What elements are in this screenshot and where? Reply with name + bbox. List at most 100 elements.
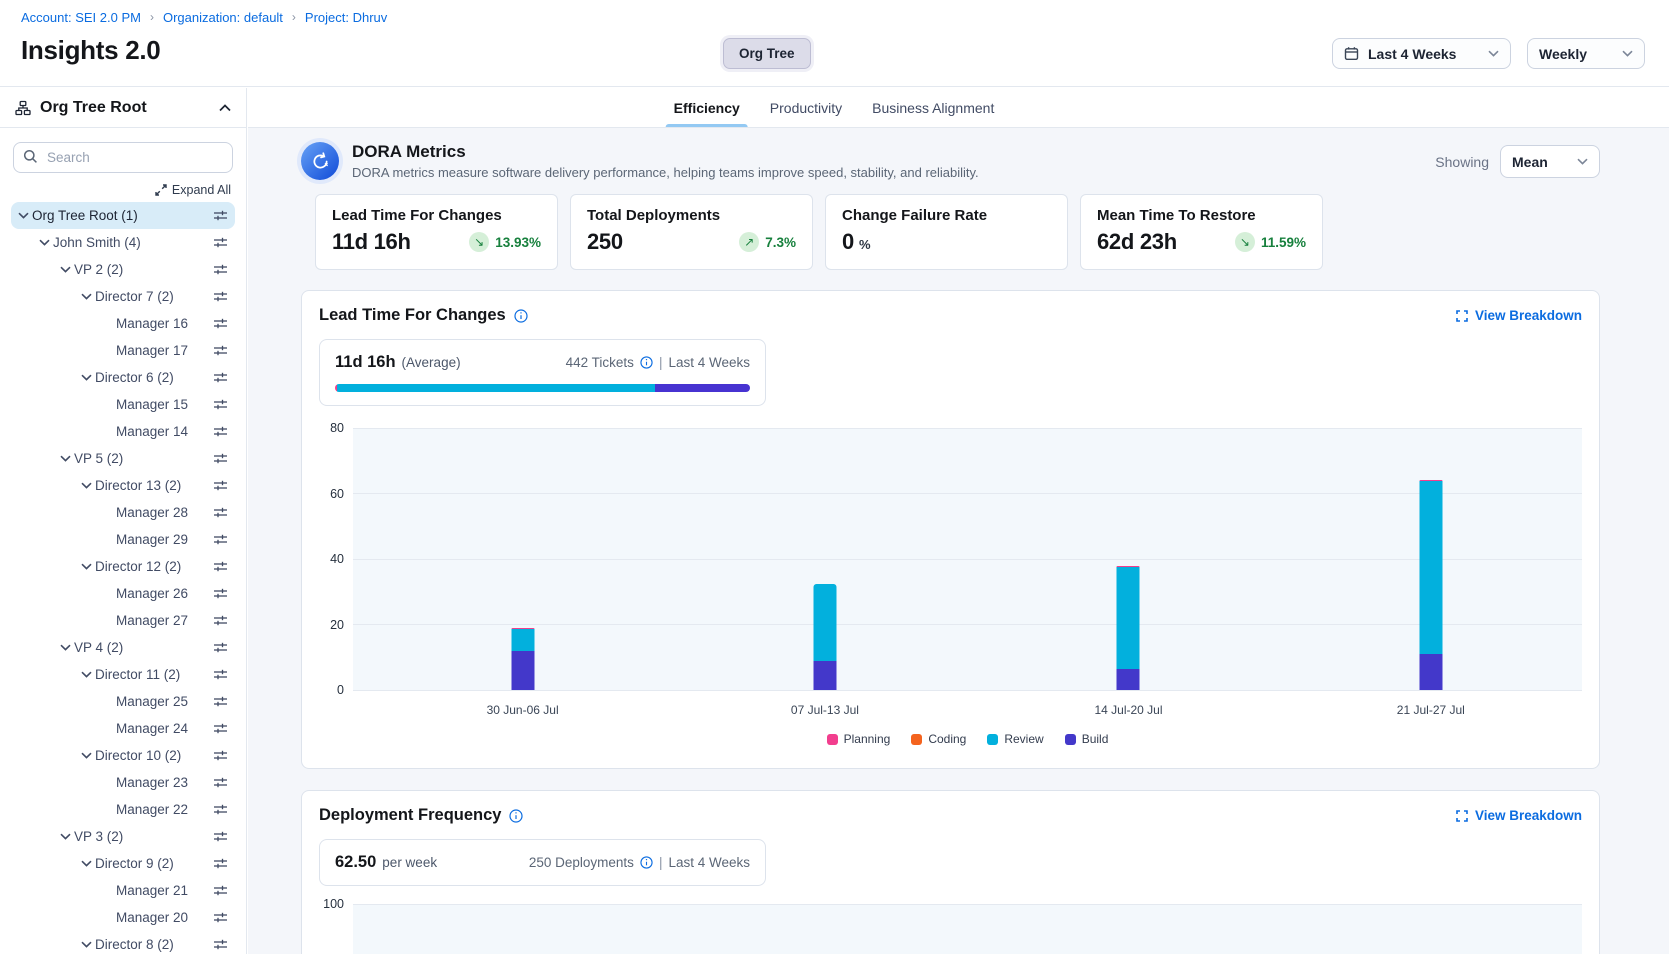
sliders-icon[interactable] [213, 803, 228, 816]
sliders-icon[interactable] [213, 560, 228, 573]
tree-item-manager-15[interactable]: Manager 15 [11, 391, 235, 418]
granularity-select[interactable]: Weekly [1527, 38, 1645, 69]
chevron-down-icon[interactable] [77, 293, 95, 300]
legend-item-build[interactable]: Build [1065, 732, 1109, 746]
deployment-summary-box: 62.50 per week 250 Deployments | Last 4 … [319, 839, 766, 886]
sliders-icon[interactable] [213, 506, 228, 519]
sliders-icon[interactable] [213, 749, 228, 762]
chevron-down-icon[interactable] [77, 374, 95, 381]
sliders-icon[interactable] [213, 209, 228, 222]
sliders-icon[interactable] [213, 425, 228, 438]
chevron-down-icon[interactable] [56, 266, 74, 273]
tree-item-manager-27[interactable]: Manager 27 [11, 607, 235, 634]
chevron-down-icon [1577, 158, 1588, 165]
tree-item-manager-16[interactable]: Manager 16 [11, 310, 235, 337]
tree-item-manager-22[interactable]: Manager 22 [11, 796, 235, 823]
tree-item-manager-14[interactable]: Manager 14 [11, 418, 235, 445]
sliders-icon[interactable] [213, 668, 228, 681]
legend-item-coding[interactable]: Coding [911, 732, 966, 746]
tree-item-manager-24[interactable]: Manager 24 [11, 715, 235, 742]
breadcrumb-account[interactable]: Account: SEI 2.0 PM [21, 10, 141, 25]
sliders-icon[interactable] [213, 371, 228, 384]
sliders-icon[interactable] [213, 722, 228, 735]
lead-time-view-breakdown-link[interactable]: View Breakdown [1456, 308, 1582, 323]
org-tree-button[interactable]: Org Tree [723, 38, 811, 69]
tree-item-john-smith-4[interactable]: John Smith (4) [11, 229, 235, 256]
legend-item-planning[interactable]: Planning [827, 732, 891, 746]
tree-item-vp-2-2[interactable]: VP 2 (2) [11, 256, 235, 283]
sliders-icon[interactable] [213, 317, 228, 330]
info-icon[interactable] [640, 856, 653, 869]
sliders-icon[interactable] [213, 236, 228, 249]
sliders-icon[interactable] [213, 452, 228, 465]
sliders-icon[interactable] [213, 830, 228, 843]
info-icon[interactable] [514, 309, 528, 323]
tree-item-manager-25[interactable]: Manager 25 [11, 688, 235, 715]
tree-item-manager-26[interactable]: Manager 26 [11, 580, 235, 607]
info-icon[interactable] [640, 356, 653, 369]
range-text: Last 4 Weeks [668, 355, 750, 370]
tree-item-director-8-2[interactable]: Director 8 (2) [11, 931, 235, 954]
sliders-icon[interactable] [213, 641, 228, 654]
date-range-value: Last 4 Weeks [1368, 46, 1456, 62]
tab-efficiency[interactable]: Efficiency [674, 88, 740, 127]
sliders-icon[interactable] [213, 479, 228, 492]
breadcrumb-project[interactable]: Project: Dhruv [305, 10, 387, 25]
search-input[interactable] [13, 142, 233, 173]
tree-item-manager-29[interactable]: Manager 29 [11, 526, 235, 553]
tree-item-manager-20[interactable]: Manager 20 [11, 904, 235, 931]
deployment-view-breakdown-link[interactable]: View Breakdown [1456, 808, 1582, 823]
sliders-icon[interactable] [213, 533, 228, 546]
sliders-icon[interactable] [213, 695, 228, 708]
tree-item-manager-17[interactable]: Manager 17 [11, 337, 235, 364]
sliders-icon[interactable] [213, 398, 228, 411]
tree-item-director-11-2[interactable]: Director 11 (2) [11, 661, 235, 688]
sliders-icon[interactable] [213, 290, 228, 303]
tree-item-manager-28[interactable]: Manager 28 [11, 499, 235, 526]
chevron-down-icon[interactable] [77, 752, 95, 759]
chevron-down-icon[interactable] [56, 833, 74, 840]
tree-item-manager-21[interactable]: Manager 21 [11, 877, 235, 904]
tree-item-label: Manager 28 [116, 505, 188, 520]
sliders-icon[interactable] [213, 614, 228, 627]
tree-item-director-12-2[interactable]: Director 12 (2) [11, 553, 235, 580]
sliders-icon[interactable] [213, 776, 228, 789]
sliders-icon[interactable] [213, 344, 228, 357]
tree-item-manager-23[interactable]: Manager 23 [11, 769, 235, 796]
chevron-down-icon[interactable] [77, 860, 95, 867]
tree-item-director-10-2[interactable]: Director 10 (2) [11, 742, 235, 769]
chevron-down-icon[interactable] [56, 644, 74, 651]
breadcrumb-organization[interactable]: Organization: default [163, 10, 283, 25]
chevron-down-icon[interactable] [35, 239, 53, 246]
collapse-sidebar-chevron-up-icon[interactable] [219, 104, 231, 112]
sliders-icon[interactable] [213, 263, 228, 276]
sliders-icon[interactable] [213, 938, 228, 951]
showing-select[interactable]: Mean [1500, 145, 1600, 178]
tree-item-director-9-2[interactable]: Director 9 (2) [11, 850, 235, 877]
tab-business-alignment[interactable]: Business Alignment [872, 88, 994, 127]
expand-all-button[interactable]: Expand All [0, 183, 231, 197]
tree-item-vp-5-2[interactable]: VP 5 (2) [11, 445, 235, 472]
chevron-down-icon[interactable] [56, 455, 74, 462]
tree-item-vp-3-2[interactable]: VP 3 (2) [11, 823, 235, 850]
info-icon[interactable] [509, 809, 523, 823]
sliders-icon[interactable] [213, 911, 228, 924]
dora-header: DORA Metrics DORA metrics measure softwa… [301, 142, 979, 180]
tree-item-director-7-2[interactable]: Director 7 (2) [11, 283, 235, 310]
tree-item-director-13-2[interactable]: Director 13 (2) [11, 472, 235, 499]
date-range-select[interactable]: Last 4 Weeks [1332, 38, 1511, 69]
chevron-down-icon[interactable] [77, 671, 95, 678]
sliders-icon[interactable] [213, 884, 228, 897]
tree-item-label: Director 11 (2) [95, 667, 180, 682]
sliders-icon[interactable] [213, 587, 228, 600]
tab-productivity[interactable]: Productivity [770, 88, 842, 127]
chevron-down-icon[interactable] [77, 482, 95, 489]
chevron-down-icon[interactable] [14, 212, 32, 219]
tree-item-director-6-2[interactable]: Director 6 (2) [11, 364, 235, 391]
chevron-down-icon[interactable] [77, 563, 95, 570]
chevron-down-icon[interactable] [77, 941, 95, 948]
tree-item-vp-4-2[interactable]: VP 4 (2) [11, 634, 235, 661]
tree-item-org-tree-root-1[interactable]: Org Tree Root (1) [11, 202, 235, 229]
legend-item-review[interactable]: Review [987, 732, 1043, 746]
sliders-icon[interactable] [213, 857, 228, 870]
